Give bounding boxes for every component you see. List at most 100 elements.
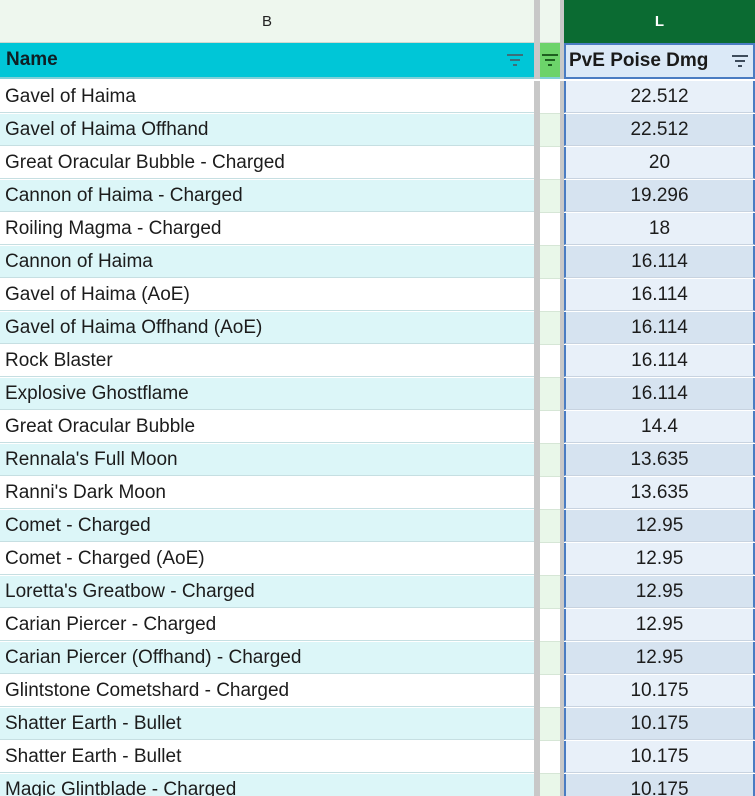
table-row: Ranni's Dark Moon 13.635 <box>0 477 755 510</box>
name-cell[interactable]: Gavel of Haima Offhand (AoE) <box>0 312 534 344</box>
poise-dmg-cell[interactable]: 20 <box>564 147 755 179</box>
table-row: Cannon of Haima 16.114 <box>0 246 755 279</box>
hidden-column-header-cell[interactable] <box>540 43 560 79</box>
table-row: Carian Piercer (Offhand) - Charged 12.95 <box>0 642 755 675</box>
poise-dmg-cell[interactable]: 16.114 <box>564 312 755 344</box>
hidden-column-cell[interactable] <box>540 180 560 213</box>
hidden-column-cell[interactable] <box>540 543 560 576</box>
name-cell[interactable]: Rennala's Full Moon <box>0 444 534 476</box>
poise-dmg-cell[interactable]: 16.114 <box>564 378 755 410</box>
name-header-label: Name <box>6 49 58 70</box>
hidden-column-cell[interactable] <box>540 147 560 180</box>
name-cell[interactable]: Carian Piercer - Charged <box>0 609 534 641</box>
poise-dmg-cell[interactable]: 12.95 <box>564 609 755 641</box>
table-row: Shatter Earth - Bullet 10.175 <box>0 708 755 741</box>
poise-dmg-cell[interactable]: 10.175 <box>564 675 755 707</box>
poise-dmg-cell[interactable]: 18 <box>564 213 755 245</box>
table-row: Great Oracular Bubble 14.4 <box>0 411 755 444</box>
table-row: Rock Blaster 16.114 <box>0 345 755 378</box>
poise-dmg-cell[interactable]: 22.512 <box>564 114 755 146</box>
hidden-column-cell[interactable] <box>540 81 560 114</box>
name-cell[interactable]: Carian Piercer (Offhand) - Charged <box>0 642 534 674</box>
poise-dmg-cell[interactable]: 12.95 <box>564 543 755 575</box>
hidden-column-cell[interactable] <box>540 741 560 774</box>
hidden-column-cell[interactable] <box>540 345 560 378</box>
poise-dmg-cell[interactable]: 13.635 <box>564 444 755 476</box>
table-row: Gavel of Haima (AoE) 16.114 <box>0 279 755 312</box>
name-cell[interactable]: Gavel of Haima Offhand <box>0 114 534 146</box>
table-row: Carian Piercer - Charged 12.95 <box>0 609 755 642</box>
poise-dmg-cell[interactable]: 22.512 <box>564 81 755 113</box>
table-row: Gavel of Haima 22.512 <box>0 81 755 114</box>
hidden-column-cell[interactable] <box>540 312 560 345</box>
name-cell[interactable]: Great Oracular Bubble <box>0 411 534 443</box>
name-cell[interactable]: Magic Glintblade - Charged <box>0 774 534 796</box>
name-cell[interactable]: Cannon of Haima <box>0 246 534 278</box>
poise-dmg-cell[interactable]: 10.175 <box>564 741 755 773</box>
name-cell[interactable]: Glintstone Cometshard - Charged <box>0 675 534 707</box>
poise-dmg-cell[interactable]: 12.95 <box>564 576 755 608</box>
poise-dmg-cell[interactable]: 12.95 <box>564 642 755 674</box>
hidden-column-cell[interactable] <box>540 477 560 510</box>
name-cell[interactable]: Gavel of Haima <box>0 81 534 113</box>
hidden-column-letter[interactable] <box>540 0 560 43</box>
name-cell[interactable]: Comet - Charged (AoE) <box>0 543 534 575</box>
filter-icon[interactable] <box>506 53 524 67</box>
name-cell[interactable]: Ranni's Dark Moon <box>0 477 534 509</box>
column-l-letter[interactable]: L <box>564 0 755 43</box>
name-cell[interactable]: Loretta's Greatbow - Charged <box>0 576 534 608</box>
table-row: Gavel of Haima Offhand (AoE) 16.114 <box>0 312 755 345</box>
poise-dmg-cell[interactable]: 10.175 <box>564 774 755 796</box>
table-row: Rennala's Full Moon 13.635 <box>0 444 755 477</box>
table-row: Cannon of Haima - Charged 19.296 <box>0 180 755 213</box>
name-cell[interactable]: Gavel of Haima (AoE) <box>0 279 534 311</box>
poise-dmg-header-cell[interactable]: PvE Poise Dmg <box>564 43 755 79</box>
poise-dmg-cell[interactable]: 12.95 <box>564 510 755 542</box>
poise-dmg-header-label: PvE Poise Dmg <box>569 50 709 71</box>
hidden-column-cell[interactable] <box>540 642 560 675</box>
table-row: Roiling Magma - Charged 18 <box>0 213 755 246</box>
name-cell[interactable]: Cannon of Haima - Charged <box>0 180 534 212</box>
filter-icon[interactable] <box>731 54 749 68</box>
hidden-column-cell[interactable] <box>540 279 560 312</box>
table-row: Gavel of Haima Offhand 22.512 <box>0 114 755 147</box>
data-rows: Gavel of Haima 22.512 Gavel of Haima Offha… <box>0 81 755 796</box>
poise-dmg-cell[interactable]: 19.296 <box>564 180 755 212</box>
hidden-column-cell[interactable] <box>540 378 560 411</box>
poise-dmg-cell[interactable]: 13.635 <box>564 477 755 509</box>
column-b-letter[interactable]: B <box>0 0 534 43</box>
name-cell[interactable]: Great Oracular Bubble - Charged <box>0 147 534 179</box>
hidden-column-cell[interactable] <box>540 246 560 279</box>
table-row: Comet - Charged (AoE) 12.95 <box>0 543 755 576</box>
table-row: Magic Glintblade - Charged 10.175 <box>0 774 755 796</box>
hidden-column-cell[interactable] <box>540 675 560 708</box>
hidden-column-cell[interactable] <box>540 774 560 796</box>
poise-dmg-cell[interactable]: 14.4 <box>564 411 755 443</box>
name-cell[interactable]: Roiling Magma - Charged <box>0 213 534 245</box>
hidden-column-cell[interactable] <box>540 114 560 147</box>
poise-dmg-cell[interactable]: 16.114 <box>564 246 755 278</box>
hidden-column-cell[interactable] <box>540 510 560 543</box>
table-row: Loretta's Greatbow - Charged 12.95 <box>0 576 755 609</box>
table-row: Glintstone Cometshard - Charged 10.175 <box>0 675 755 708</box>
hidden-column-cell[interactable] <box>540 444 560 477</box>
table-row: Great Oracular Bubble - Charged 20 <box>0 147 755 180</box>
filter-active-icon[interactable] <box>541 53 559 67</box>
name-cell[interactable]: Shatter Earth - Bullet <box>0 708 534 740</box>
poise-dmg-cell[interactable]: 10.175 <box>564 708 755 740</box>
hidden-column-cell[interactable] <box>540 411 560 444</box>
name-cell[interactable]: Comet - Charged <box>0 510 534 542</box>
name-cell[interactable]: Explosive Ghostflame <box>0 378 534 410</box>
table-row: Comet - Charged 12.95 <box>0 510 755 543</box>
name-header-cell[interactable]: Name <box>0 43 534 79</box>
poise-dmg-cell[interactable]: 16.114 <box>564 345 755 377</box>
name-cell[interactable]: Shatter Earth - Bullet <box>0 741 534 773</box>
hidden-column-cell[interactable] <box>540 708 560 741</box>
poise-dmg-cell[interactable]: 16.114 <box>564 279 755 311</box>
hidden-column-cell[interactable] <box>540 213 560 246</box>
table-row: Shatter Earth - Bullet 10.175 <box>0 741 755 774</box>
hidden-column-cell[interactable] <box>540 609 560 642</box>
hidden-column-cell[interactable] <box>540 576 560 609</box>
name-cell[interactable]: Rock Blaster <box>0 345 534 377</box>
table-row: Explosive Ghostflame 16.114 <box>0 378 755 411</box>
